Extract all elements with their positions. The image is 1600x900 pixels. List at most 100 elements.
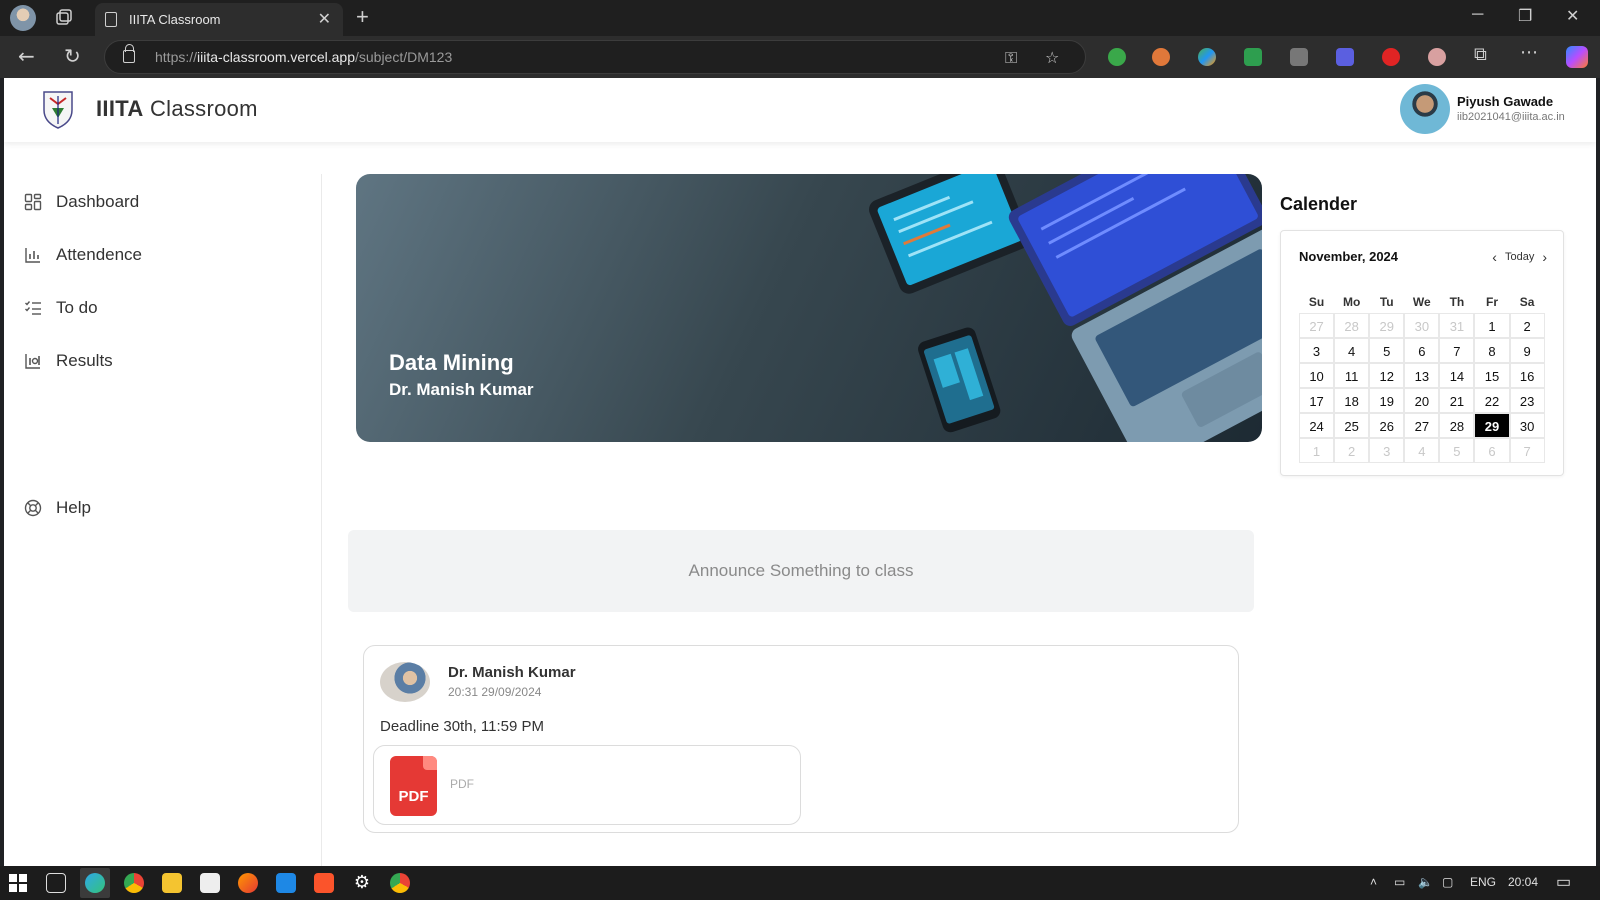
calendar-day[interactable]: 27 [1404,413,1440,438]
calendar-day[interactable]: 10 [1299,363,1335,388]
chrome-icon[interactable] [124,873,144,893]
calendar-day[interactable]: 1 [1474,313,1510,338]
today-button[interactable]: Today [1505,251,1534,263]
extension-icon[interactable] [1382,48,1400,66]
calendar-day[interactable]: 19 [1369,388,1405,413]
brave-icon[interactable] [314,873,334,893]
calendar-day[interactable]: 22 [1474,388,1510,413]
calendar-day[interactable]: 4 [1404,438,1440,463]
extension-icon[interactable] [1152,48,1170,66]
sidebar-item-dashboard[interactable]: Dashboard [24,188,139,216]
browser-profile-avatar[interactable] [10,5,36,31]
calendar-day[interactable]: 30 [1509,413,1545,438]
extension-icon[interactable] [1336,48,1354,66]
copilot-icon[interactable] [1566,46,1588,68]
windows-start-icon[interactable] [8,873,28,893]
close-tab-icon[interactable]: ✕ [318,9,331,29]
calendar-day[interactable]: 23 [1509,388,1545,413]
user-avatar[interactable] [1400,84,1450,134]
restore-icon[interactable]: ❐ [1518,6,1532,26]
calendar-day[interactable]: 17 [1299,388,1335,413]
extensions-puzzle-icon[interactable]: ⧉ [1474,44,1487,65]
calendar-day[interactable]: 13 [1404,363,1440,388]
calendar-day[interactable]: 28 [1439,413,1475,438]
favorite-star-icon[interactable]: ☆ [1045,48,1059,67]
volume-icon[interactable]: 🔈 [1418,875,1433,889]
firefox-icon[interactable] [238,873,258,893]
extension-icon[interactable] [1198,48,1216,66]
calendar-day[interactable]: 24 [1299,413,1335,438]
calendar-day[interactable]: 6 [1474,438,1510,463]
calendar-day[interactable]: 3 [1369,438,1405,463]
calendar-day[interactable]: 5 [1369,338,1405,363]
sidebar-item-results[interactable]: Results [24,347,113,375]
edge-taskbar-button[interactable] [80,868,110,898]
calendar-day[interactable]: 29 [1474,413,1510,438]
iiita-logo[interactable] [38,88,78,130]
calendar-day[interactable]: 12 [1369,363,1405,388]
calendar-day[interactable]: 8 [1474,338,1510,363]
calendar-day[interactable]: 21 [1439,388,1475,413]
calendar-day[interactable]: 1 [1299,438,1335,463]
battery-icon[interactable]: ▭ [1394,875,1405,889]
calendar-day[interactable]: 11 [1334,363,1370,388]
calendar-day[interactable]: 20 [1404,388,1440,413]
calendar-day[interactable]: 7 [1439,338,1475,363]
network-icon[interactable]: ▢ [1442,875,1453,889]
address-bar[interactable]: https://iiita-classroom.vercel.app/subje… [104,40,1086,74]
calendar-day[interactable]: 18 [1334,388,1370,413]
calendar-week-row: 24 25 26 27 28 29 30 [1299,413,1545,438]
calendar-day[interactable]: 16 [1509,363,1545,388]
calendar-day[interactable]: 7 [1509,438,1545,463]
calendar-day[interactable]: 2 [1509,313,1545,338]
sidebar-item-attendence[interactable]: Attendence [24,241,142,269]
browser-tab[interactable]: IIITA Classroom ✕ [95,3,343,36]
calendar-day[interactable]: 9 [1509,338,1545,363]
calendar-day[interactable]: 5 [1439,438,1475,463]
new-tab-icon[interactable]: + [356,4,369,30]
settings-gear-icon[interactable]: ⚙ [352,873,372,893]
store-icon[interactable] [200,873,220,893]
refresh-icon[interactable]: ↻ [64,44,81,68]
clock[interactable]: 20:04 [1508,875,1538,889]
calendar-day[interactable]: 14 [1439,363,1475,388]
back-icon[interactable]: ← [18,44,35,68]
calendar-day[interactable]: 30 [1404,313,1440,338]
calendar-day[interactable]: 4 [1334,338,1370,363]
chevron-left-icon[interactable]: ‹ [1492,249,1497,265]
more-menu-icon[interactable]: ⋯ [1520,42,1538,63]
file-explorer-icon[interactable] [162,873,182,893]
sidebar-item-todo[interactable]: To do [24,294,98,322]
close-window-icon[interactable]: ✕ [1566,6,1579,26]
calendar-day[interactable]: 27 [1299,313,1335,338]
calendar-day[interactable]: 6 [1404,338,1440,363]
calendar-day[interactable]: 2 [1334,438,1370,463]
extension-icon[interactable] [1290,48,1308,66]
calendar-day[interactable]: 3 [1299,338,1335,363]
language-indicator[interactable]: ENG [1470,875,1496,889]
notifications-icon[interactable]: ▭ [1556,872,1571,892]
chrome-icon[interactable] [390,873,410,893]
calendar-weekday: Th [1449,295,1465,309]
vscode-icon[interactable] [276,873,296,893]
calendar-day[interactable]: 28 [1334,313,1370,338]
chevron-right-icon[interactable]: › [1542,249,1547,265]
sidebar-item-help[interactable]: Help [24,494,91,522]
extension-icon[interactable] [1108,48,1126,66]
key-icon[interactable]: ⚿ [1005,48,1017,68]
announce-input[interactable]: Announce Something to class [348,530,1254,612]
extension-icon[interactable] [1428,48,1446,66]
chevron-up-icon[interactable]: ˄ [1370,875,1377,889]
task-view-icon[interactable] [46,873,66,893]
minimize-icon[interactable]: ─ [1472,6,1483,24]
windows-taskbar: ⚙ ˄ ▭ 🔈 ▢ ENG 20:04 ▭ [0,866,1600,900]
pdf-attachment[interactable]: PDF PDF [373,745,801,825]
checklist-icon [24,299,42,317]
shield-extension-icon[interactable] [1244,48,1262,66]
calendar-day[interactable]: 29 [1369,313,1405,338]
calendar-day[interactable]: 15 [1474,363,1510,388]
calendar-day[interactable]: 25 [1334,413,1370,438]
calendar-day[interactable]: 26 [1369,413,1405,438]
workspaces-icon[interactable] [54,8,74,28]
calendar-day[interactable]: 31 [1439,313,1475,338]
